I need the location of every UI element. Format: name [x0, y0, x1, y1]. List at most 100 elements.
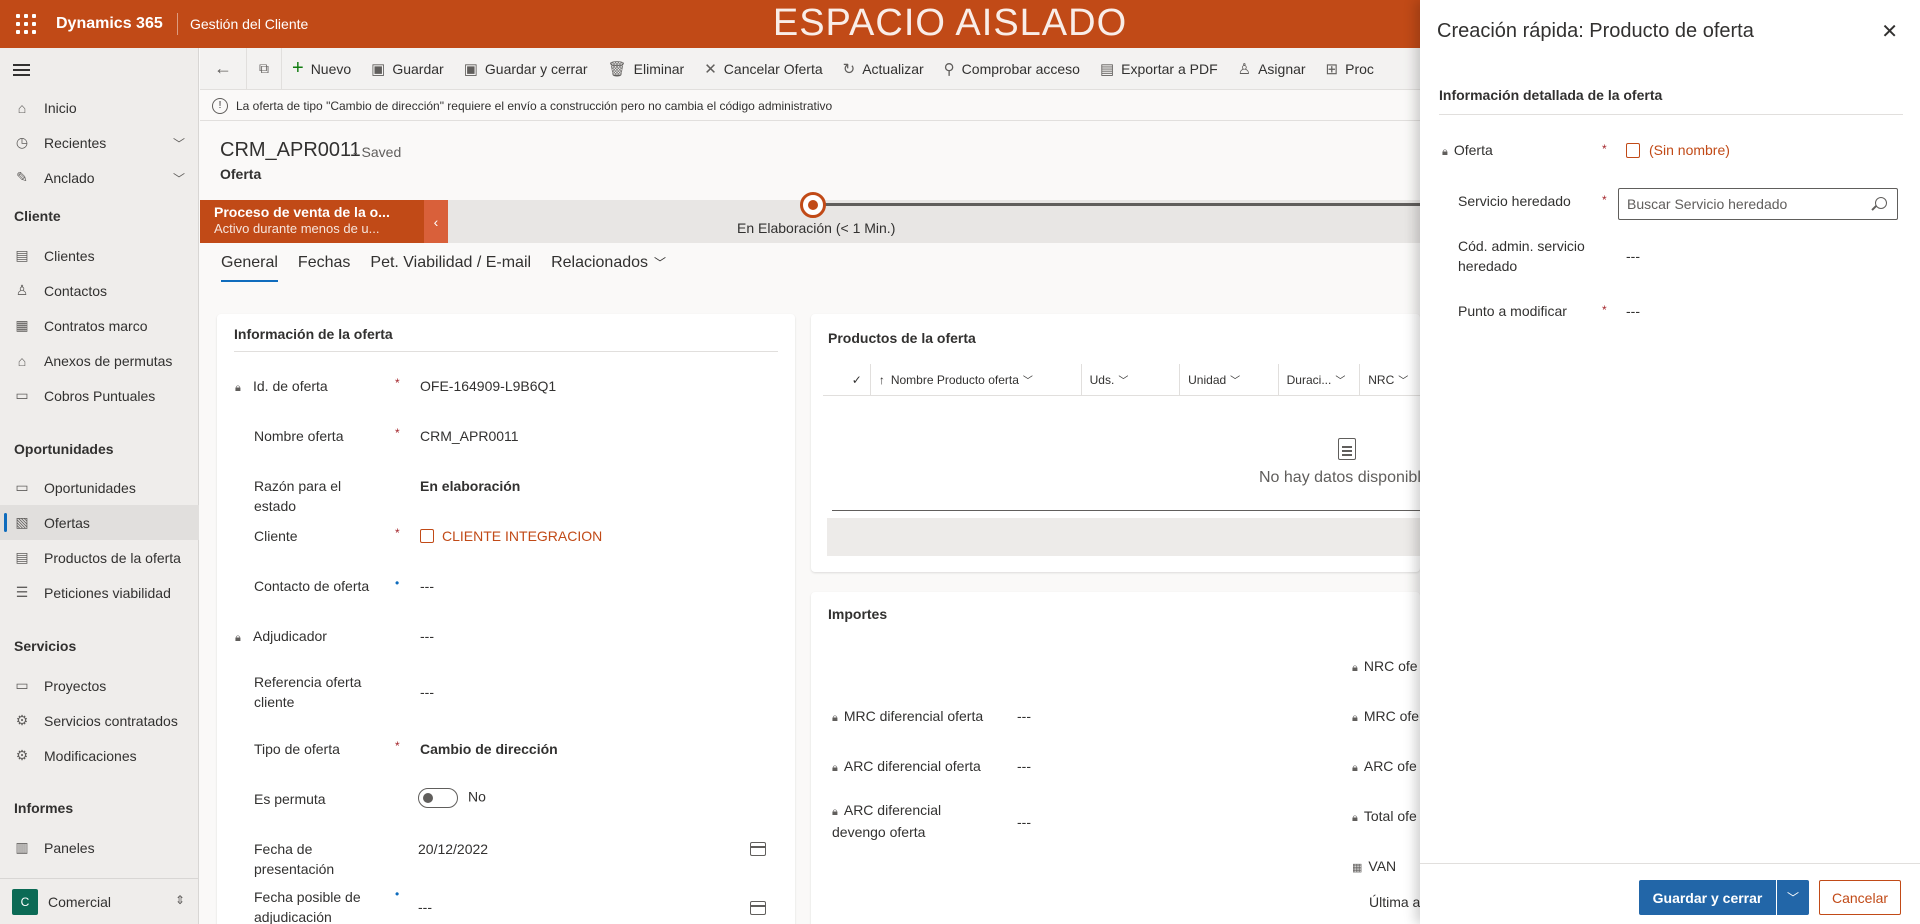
field-label: Fecha de presentación [254, 841, 335, 877]
assign-button[interactable]: ♙ Asignar [1228, 48, 1316, 90]
active-stage-icon[interactable] [800, 192, 826, 218]
sidebar-item-anclado[interactable]: ✎ Anclado ﹀ [0, 160, 199, 195]
sidebar-item-oportunidades[interactable]: ▭ Oportunidades [0, 470, 199, 505]
hamburger-icon[interactable] [13, 64, 30, 76]
cancel-button[interactable]: Cancelar [1819, 880, 1901, 915]
sidebar-item-cobros-puntuales[interactable]: ▭ Cobros Puntuales [0, 378, 199, 413]
chevron-down-icon: ﹀ [1118, 376, 1129, 387]
product-icon: ▤ [15, 549, 29, 565]
save-button[interactable]: ▣ Guardar [361, 48, 454, 90]
field-label: 🔒︎ Adjudicador [235, 626, 365, 648]
sidebar-item-ofertas[interactable]: ▧ Ofertas [0, 505, 199, 540]
field-value[interactable]: --- [1626, 303, 1640, 319]
export-pdf-button[interactable]: ▤ Exportar a PDF [1090, 48, 1228, 90]
customer-lookup-link[interactable]: CLIENTE INTEGRACION [420, 528, 602, 544]
field-label: Razón para el estado [254, 478, 342, 514]
check-access-label: Comprobar acceso [961, 60, 1080, 77]
save-and-close-button[interactable]: Guardar y cerrar [1639, 880, 1776, 915]
sidebar-item-contratos-marco[interactable]: ▦ Contratos marco [0, 308, 199, 343]
chevron-left-icon[interactable]: ‹ [424, 200, 448, 243]
column-header-unidad[interactable]: Unidad ﹀ [1180, 363, 1279, 396]
column-label: Unidad [1188, 372, 1227, 387]
field-value[interactable]: --- [420, 578, 434, 594]
lock-icon: 🔒︎ [1352, 762, 1358, 774]
permuta-toggle[interactable]: No [418, 788, 486, 808]
new-label: Nuevo [310, 60, 352, 77]
field-label: Total ofe [1363, 808, 1417, 824]
toggle-switch[interactable] [418, 788, 458, 808]
sidebar-item-paneles[interactable]: ▥ Paneles [0, 830, 199, 865]
sidebar-item-clientes[interactable]: ▤ Clientes [0, 238, 199, 273]
sidebar-item-proyectos[interactable]: ▭ Proyectos [0, 668, 199, 703]
process-button[interactable]: ⊞ Proc [1316, 48, 1384, 90]
offer-info-section: Información de la oferta 🔒︎ Id. de oferta… [217, 314, 795, 924]
tab-relacionados[interactable]: Relacionados ﹀ [551, 254, 666, 282]
search-icon[interactable] [1875, 197, 1887, 209]
field-mrc-oferta: 🔒︎ MRC ofe [1352, 706, 1419, 728]
check-access-button[interactable]: ⚲ Comprobar acceso [934, 48, 1090, 90]
sidebar-item-label: Contactos [44, 282, 108, 299]
sidebar-item-modificaciones[interactable]: ⚙ Modificaciones [0, 738, 199, 773]
calendar-icon[interactable] [750, 901, 766, 915]
field-label-text: Id. de oferta [253, 378, 328, 394]
field-value[interactable]: En elaboración [420, 478, 520, 494]
tab-general[interactable]: General [221, 254, 278, 282]
new-button[interactable]: + Nuevo [282, 48, 361, 90]
sidebar-item-peticiones-viabilidad[interactable]: ☰ Peticiones viabilidad [0, 575, 199, 610]
sidebar-item-recientes[interactable]: ◷ Recientes ﹀ [0, 125, 199, 160]
cancel-offer-button[interactable]: ✕ Cancelar Oferta [694, 48, 832, 90]
process-selector[interactable]: Proceso de venta de la o... Activo duran… [200, 200, 424, 243]
tab-fechas[interactable]: Fechas [298, 254, 350, 282]
pdf-icon: ▤ [1099, 60, 1115, 78]
save-and-close-button[interactable]: ▣ Guardar y cerrar [454, 48, 598, 90]
field-label: Cliente [254, 528, 298, 544]
field-value[interactable]: CRM_APR0011 [420, 428, 519, 444]
servicio-heredado-input[interactable] [1619, 189, 1867, 219]
field-label: Tipo de oferta [254, 741, 340, 757]
field-label: MRC ofe [1363, 708, 1420, 724]
open-in-new-window-button[interactable]: ⧉ [247, 47, 282, 90]
toggle-label: No [468, 788, 486, 805]
refresh-button[interactable]: ↻ Actualizar [833, 48, 934, 90]
tab-viabilidad[interactable]: Pet. Viabilidad / E-mail [370, 254, 531, 282]
sidebar-item-productos-oferta[interactable]: ▤ Productos de la oferta [0, 540, 199, 575]
field-label: Contacto de oferta [254, 578, 370, 594]
servicio-heredado-lookup[interactable] [1618, 188, 1898, 220]
column-header-duracion[interactable]: Duraci... ﹀ [1279, 363, 1361, 396]
save-options-chevron-icon[interactable]: ﹀ [1777, 880, 1809, 915]
active-stage-label[interactable]: En Elaboración (< 1 Min.) [737, 220, 895, 236]
project-icon: ▭ [15, 677, 29, 693]
column-header-nombre[interactable]: ↑ Nombre Producto oferta ﹀ [871, 363, 1082, 396]
column-header-uds[interactable]: Uds. ﹀ [1082, 363, 1181, 396]
area-switcher[interactable]: C Comercial ⇕ [0, 878, 199, 924]
sidebar-item-label: Clientes [44, 247, 95, 264]
field-value[interactable]: Cambio de dirección [420, 741, 558, 757]
sidebar-item-inicio[interactable]: ⌂ Inicio [0, 90, 199, 125]
select-all-checkbox[interactable]: ✓ [823, 363, 871, 396]
field-value: --- [1017, 814, 1031, 830]
calendar-icon[interactable] [750, 842, 766, 856]
lookup-value: CLIENTE INTEGRACION [442, 528, 603, 544]
sidebar-item-contactos[interactable]: ♙ Contactos [0, 273, 199, 308]
required-indicator: * [395, 426, 400, 440]
sidebar-item-anexos-permutas[interactable]: ⌂ Anexos de permutas [0, 343, 199, 378]
list-icon: ☰ [15, 584, 29, 600]
close-icon[interactable]: ✕ [1881, 22, 1898, 42]
field-value[interactable]: --- [418, 899, 432, 915]
column-label: Duraci... [1286, 372, 1332, 387]
required-indicator: * [395, 376, 400, 390]
nav-group-title: Oportunidades [14, 441, 114, 457]
column-header-nrc[interactable]: NRC ﹀ [1360, 364, 1420, 396]
command-bar: ← ⧉ + Nuevo ▣ Guardar ▣ Guardar y cerrar 🗑 E… [200, 47, 1420, 90]
back-button[interactable]: ← [200, 47, 247, 90]
field-arc-oferta: 🔒︎ ARC ofe [1352, 756, 1417, 778]
quick-create-panel: Creación rápida: Producto de oferta ✕ In… [1420, 0, 1920, 924]
field-value[interactable]: --- [420, 684, 434, 700]
field-value[interactable]: 20/12/2022 [418, 841, 488, 857]
record-entity: Oferta [220, 166, 262, 182]
delete-button[interactable]: 🗑 Eliminar [598, 48, 695, 90]
gear-icon: ⚙ [15, 747, 29, 763]
oferta-lookup-value[interactable]: (Sin nombre) [1626, 142, 1730, 158]
sidebar-item-servicios-contratados[interactable]: ⚙ Servicios contratados [0, 703, 199, 738]
grid-footer [827, 518, 1420, 556]
